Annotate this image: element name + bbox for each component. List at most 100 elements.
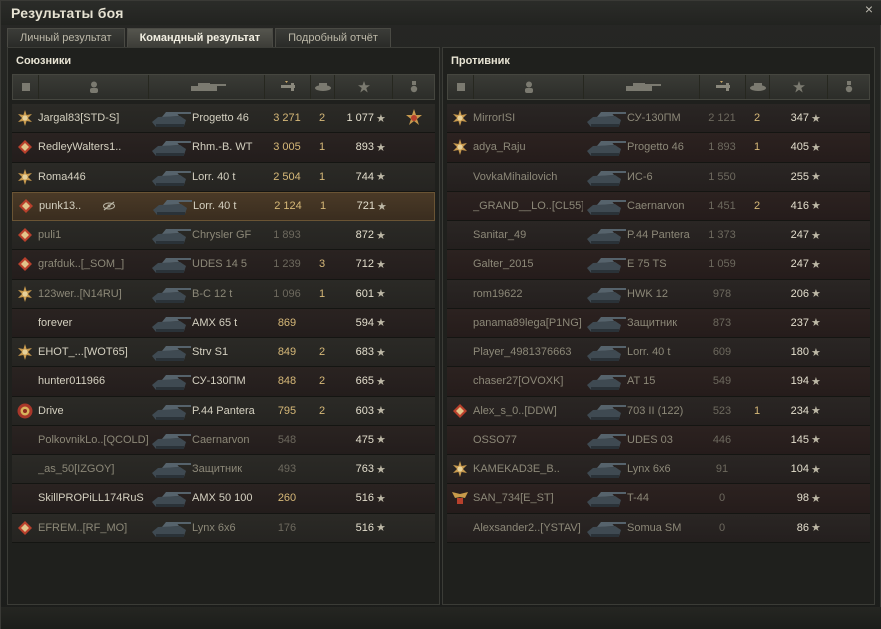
player-name: 123wer..[N14RU]	[38, 287, 122, 300]
tank-icon	[583, 426, 627, 454]
ally-row[interactable]: grafduk..[_SOM_] UDES 14 5 1 239 3 712 ★	[12, 250, 435, 280]
player-column-icon[interactable]	[39, 75, 149, 99]
battle-results-window: Результаты боя × Личный результат Команд…	[0, 0, 881, 629]
tank-name: ИС-6	[627, 170, 653, 183]
ally-row[interactable]: 123wer..[N14RU] B-C 12 t 1 096 1 601 ★	[12, 279, 435, 309]
star-badge-icon	[447, 139, 473, 156]
window-title: Результаты боя	[11, 5, 124, 21]
enemy-row[interactable]: _GRAND__LO..[CL55] Caernarvon 1 451 2 416 ★	[447, 191, 870, 221]
ally-row[interactable]: RedleyWalters1.. Rhm.-B. WT 3 005 1 893 ★	[12, 133, 435, 163]
tank-name: Rhm.-B. WT	[192, 141, 253, 154]
damage-column-icon[interactable]	[700, 75, 746, 99]
tank-name: Caernarvon	[192, 433, 250, 446]
xp-value: 237	[790, 316, 809, 329]
enemy-row[interactable]: Player_4981376663 Lorr. 40 t 609 180 ★	[447, 338, 870, 368]
damage-column-icon[interactable]	[265, 75, 311, 99]
ally-row[interactable]: punk13.. Lorr. 40 t 2 124 1 721 ★	[12, 191, 435, 221]
xp-column-icon[interactable]	[770, 75, 828, 99]
enemy-row[interactable]: Alex_s_0..[DDW] 703 II (122) 523 1 234 ★	[447, 396, 870, 426]
tank-name: Somua SM	[627, 521, 682, 534]
allies-list: Jargal83[STD-S] Progetto 46 3 271 2 1 077 ★ Re…	[12, 104, 435, 543]
xp-star-icon: ★	[376, 405, 386, 418]
tank-icon	[583, 280, 627, 308]
tank-icon	[148, 455, 192, 483]
xp-value: 516	[355, 492, 374, 505]
tank-column-icon[interactable]	[149, 75, 265, 99]
tank-name: Lorr. 40 t	[627, 346, 671, 359]
enemy-row[interactable]: VovkaMihailovich ИС-6 1 550 255 ★	[447, 162, 870, 192]
kills-value: 1	[753, 404, 761, 417]
medals-column-icon[interactable]	[393, 75, 434, 99]
enemy-row[interactable]: rom19622 HWK 12 978 206 ★	[447, 279, 870, 309]
kills-column-icon[interactable]	[746, 75, 770, 99]
ally-row[interactable]: hunter011966 СУ-130ПМ 848 2 665 ★	[12, 367, 435, 397]
damage-value: 260	[277, 492, 297, 505]
ally-row[interactable]: Jargal83[STD-S] Progetto 46 3 271 2 1 077 ★	[12, 104, 435, 134]
damage-value: 1 550	[708, 170, 736, 183]
tab-team-result[interactable]: Командный результат	[126, 28, 274, 47]
enemy-row[interactable]: chaser27[OVOXK] AT 15 549 194 ★	[447, 367, 870, 397]
ally-row[interactable]: forever AMX 65 t 869 594 ★	[12, 308, 435, 338]
tank-name: B-C 12 t	[192, 287, 233, 300]
tank-name: Lynx 6x6	[627, 463, 671, 476]
ally-row[interactable]: EHOT_...[WOT65] Strv S1 849 2 683 ★	[12, 338, 435, 368]
medal-icon[interactable]	[392, 109, 435, 127]
enemy-row[interactable]: KAMEKAD3E_B.. Lynx 6x6 91 104 ★	[447, 455, 870, 485]
damage-value: 523	[712, 404, 732, 417]
enemy-row[interactable]: Alexsander2..[YSTAV] Somua SM 0 86 ★	[447, 513, 870, 543]
ally-row[interactable]: SkillPROPiLL174RuS AMX 50 100 260 516 ★	[12, 484, 435, 514]
star-badge-icon	[12, 110, 38, 127]
ally-row[interactable]: puli1 Chrysler GF 1 893 872 ★	[12, 221, 435, 251]
xp-value: 712	[355, 258, 374, 271]
enemy-row[interactable]: Sanitar_49 P.44 Pantera 1 373 247 ★	[447, 221, 870, 251]
ally-row[interactable]: Drive P.44 Pantera 795 2 603 ★	[12, 396, 435, 426]
tab-personal-result[interactable]: Личный результат	[7, 28, 125, 47]
enemy-row[interactable]: Galter_2015 E 75 TS 1 059 247 ★	[447, 250, 870, 280]
damage-value: 978	[712, 287, 732, 300]
tab-detailed-report[interactable]: Подробный отчёт	[275, 28, 391, 47]
medals-column-icon[interactable]	[828, 75, 869, 99]
ally-row[interactable]: EFREM..[RF_MO] Lynx 6x6 176 516 ★	[12, 513, 435, 543]
xp-value: 416	[790, 199, 809, 212]
damage-value: 1 096	[273, 287, 301, 300]
xp-value: 234	[790, 404, 809, 417]
xp-column-icon[interactable]	[335, 75, 393, 99]
xp-star-icon: ★	[376, 288, 386, 301]
allies-panel: Союзники Jargal83[STD-S] Progetto 46 3 2…	[7, 47, 440, 605]
enemy-row[interactable]: OSSO77 UDES 03 446 145 ★	[447, 425, 870, 455]
xp-value: 763	[355, 463, 374, 476]
enemies-column-header	[447, 74, 870, 100]
enemies-title: Противник	[451, 55, 510, 67]
kills-column-icon[interactable]	[311, 75, 335, 99]
squad-column-icon[interactable]	[448, 75, 474, 99]
tank-icon	[148, 280, 192, 308]
tank-column-icon[interactable]	[584, 75, 700, 99]
player-name: puli1	[38, 229, 62, 242]
enemy-row[interactable]: MirrorISI СУ-130ПМ 2 121 2 347 ★	[447, 104, 870, 134]
enemy-row[interactable]: panama89lega[P1NG] Защитник 873 237 ★	[447, 308, 870, 338]
damage-value: 493	[277, 463, 297, 476]
xp-star-icon: ★	[376, 171, 386, 184]
round-badge-icon	[12, 403, 38, 419]
player-name: SAN_734[E_ST]	[473, 492, 554, 505]
close-icon[interactable]: ×	[862, 2, 876, 16]
ally-row[interactable]: PolkovnikLo..[QCOLD] Caernarvon 548 475 ★	[12, 425, 435, 455]
tank-icon	[583, 309, 627, 337]
player-column-icon[interactable]	[474, 75, 584, 99]
kills-value: 1	[318, 141, 326, 154]
tank-name: AT 15	[627, 375, 656, 388]
kills-value: 1	[318, 170, 326, 183]
tank-name: 703 II (122)	[627, 404, 684, 417]
tank-name: Lynx 6x6	[192, 521, 236, 534]
kills-value: 2	[318, 346, 326, 359]
enemy-row[interactable]: adya_Raju Progetto 46 1 893 1 405 ★	[447, 133, 870, 163]
tank-icon	[148, 367, 192, 395]
ally-row[interactable]: Roma446 Lorr. 40 t 2 504 1 744 ★	[12, 162, 435, 192]
wings-badge-icon	[447, 491, 473, 505]
tank-name: UDES 14 5	[192, 258, 248, 271]
enemy-row[interactable]: SAN_734[E_ST] T-44 0 98 ★	[447, 484, 870, 514]
diamond-badge-icon	[447, 403, 473, 418]
squad-column-icon[interactable]	[13, 75, 39, 99]
xp-value: 594	[355, 316, 374, 329]
ally-row[interactable]: _as_50[IZGOY] Защитник 493 763 ★	[12, 455, 435, 485]
